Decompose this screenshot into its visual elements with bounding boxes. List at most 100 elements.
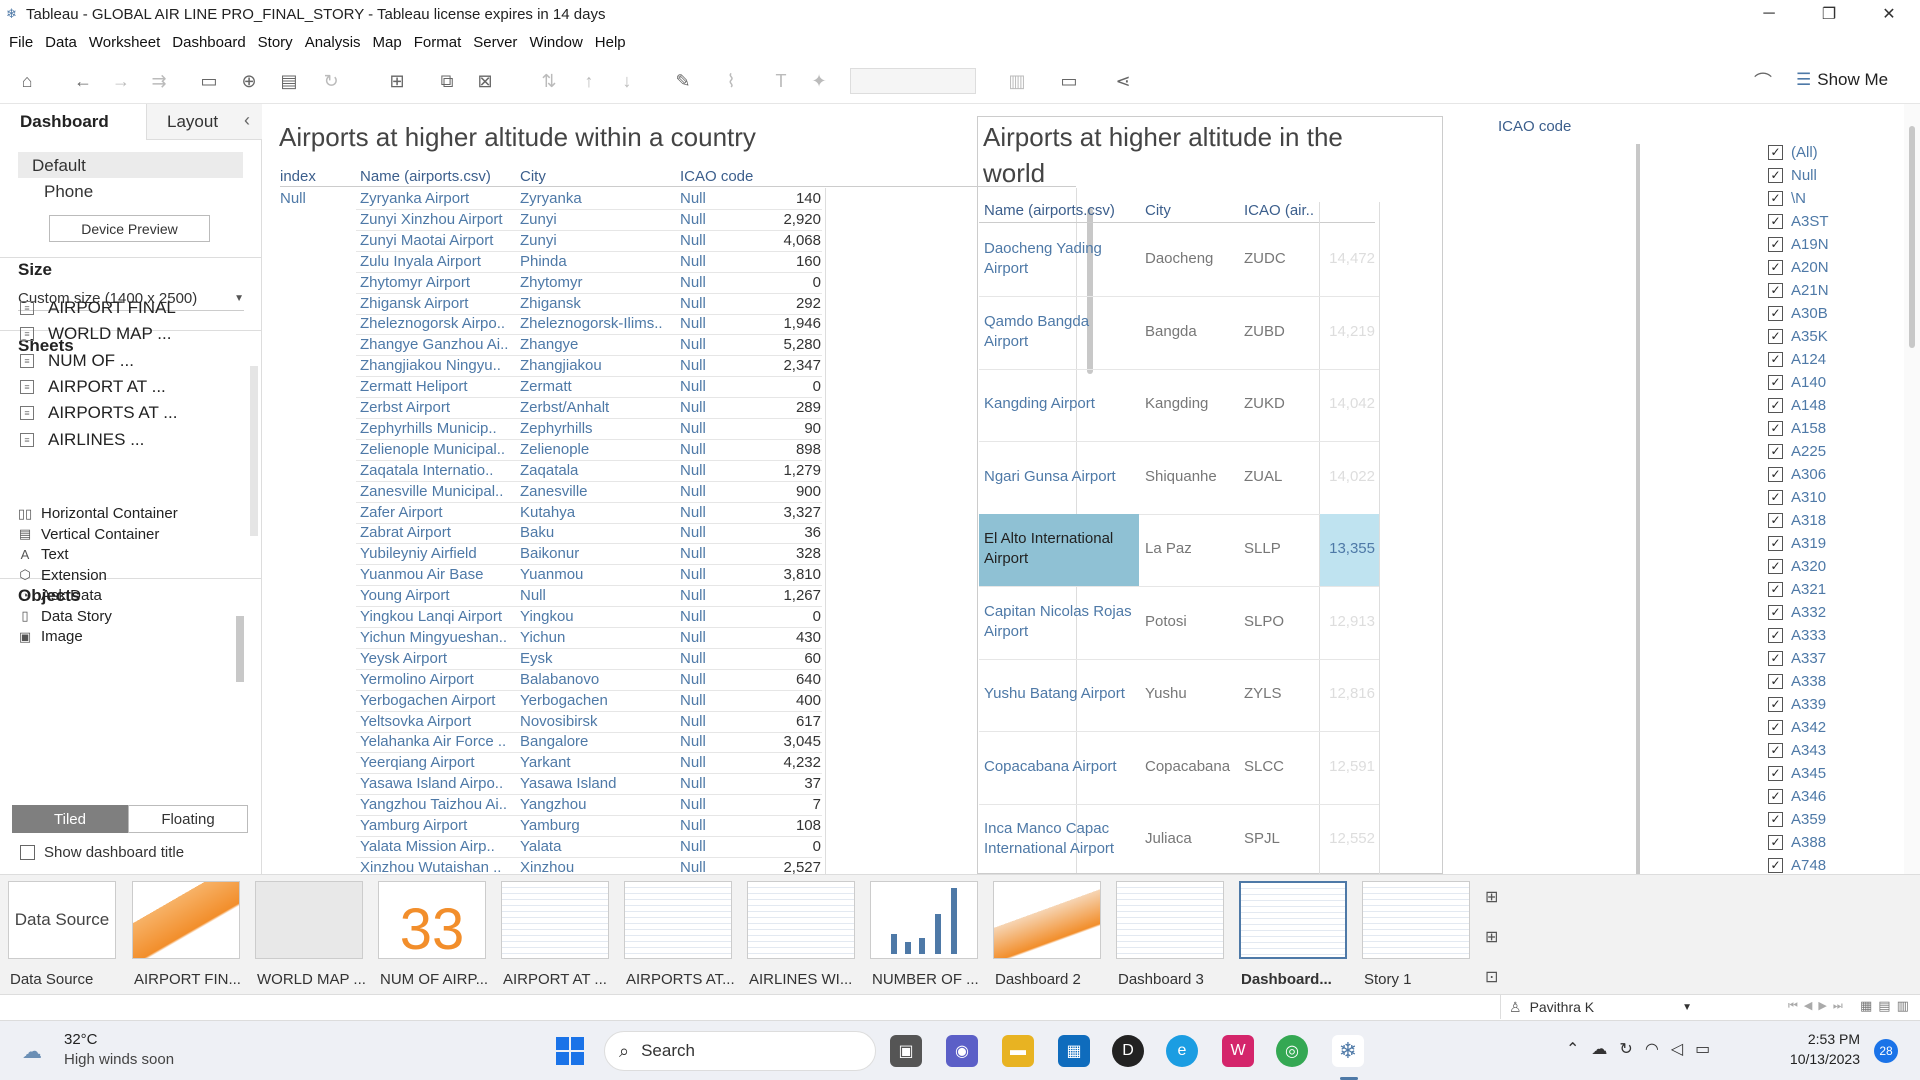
airport-icao[interactable]: Null (680, 315, 740, 332)
world-col-header-city[interactable]: City (1145, 202, 1171, 219)
world-airport-city[interactable]: Bangda (1145, 323, 1197, 340)
home-icon[interactable]: ⌂ (14, 68, 40, 94)
sheet-item[interactable]: ≡ AIRPORTS AT ... (20, 403, 177, 423)
duplicate-icon[interactable]: ⧉ (434, 68, 460, 94)
world-airport-icao[interactable]: ZUDC (1244, 250, 1286, 267)
icao-filter-option[interactable]: ✓ A388 (1768, 834, 1826, 851)
airport-city[interactable]: Zhytomyr (520, 274, 676, 291)
share-icon[interactable]: ⋖ (1110, 68, 1136, 94)
airport-city[interactable]: Yalata (520, 838, 676, 855)
airport-city[interactable]: Yamburg (520, 817, 676, 834)
world-airport-city[interactable]: Kangding (1145, 395, 1208, 412)
airport-name[interactable]: Zyryanka Airport (360, 190, 516, 207)
sheet-item[interactable]: ≡ AIRPORT FINAL (20, 298, 176, 318)
sheet-thumbnail[interactable] (1116, 881, 1224, 959)
undo-icon[interactable]: ← (70, 68, 96, 94)
object-item[interactable]: ⬡ Extension (16, 567, 107, 584)
sheet-tab-label[interactable]: Dashboard 3 (1118, 971, 1204, 988)
col-header-icao[interactable]: ICAO code (680, 168, 753, 185)
airport-city[interactable]: Yasawa Island (520, 775, 676, 792)
airport-altitude[interactable]: 3,327 (753, 504, 821, 521)
sheet-item[interactable]: ≡ WORLD MAP ... (20, 324, 171, 344)
icao-filter-option[interactable]: ✓ A30B (1768, 305, 1828, 322)
replay-icon[interactable]: ⇉ (146, 68, 172, 94)
sheet-tab-label[interactable]: NUMBER OF ... (872, 971, 979, 988)
airport-icao[interactable]: Null (680, 796, 740, 813)
col-header-city[interactable]: City (520, 168, 546, 185)
airport-name[interactable]: Yerbogachen Airport (360, 692, 516, 709)
airport-name[interactable]: Zermatt Heliport (360, 378, 516, 395)
airport-altitude[interactable]: 400 (753, 692, 821, 709)
airport-altitude[interactable]: 36 (753, 524, 821, 541)
airport-city[interactable]: Yichun (520, 629, 676, 646)
sheet-tab-label[interactable]: Data Source (10, 971, 93, 988)
airport-icao[interactable]: Null (680, 608, 740, 625)
icao-filter-option[interactable]: ✓ A124 (1768, 351, 1826, 368)
presentation-icon[interactable]: ▭ (1056, 68, 1082, 94)
airport-icao[interactable]: Null (680, 692, 740, 709)
world-airport-name[interactable]: El Alto International (984, 530, 1113, 547)
dell-icon[interactable]: D (1112, 1035, 1144, 1067)
checkbox-checked-icon[interactable]: ✓ (1768, 812, 1783, 827)
fit-dropdown[interactable] (850, 68, 976, 94)
airport-city[interactable]: Zheleznogorsk-Ilims.. (520, 315, 676, 332)
icao-filter-option[interactable]: ✓ (All) (1768, 144, 1818, 161)
airport-icao[interactable]: Null (680, 336, 740, 353)
checkbox-checked-icon[interactable]: ✓ (1768, 789, 1783, 804)
minimize-button[interactable]: ─ (1740, 0, 1798, 28)
icao-filter-option[interactable]: ✓ A319 (1768, 535, 1826, 552)
airport-icao[interactable]: Null (680, 399, 740, 416)
airport-icao[interactable]: Null (680, 274, 740, 291)
checkbox-checked-icon[interactable]: ✓ (1768, 237, 1783, 252)
checkbox-checked-icon[interactable]: ✓ (1768, 375, 1783, 390)
checkbox-checked-icon[interactable]: ✓ (1768, 467, 1783, 482)
airport-altitude[interactable]: 5,280 (753, 336, 821, 353)
airport-city[interactable]: Yingkou (520, 608, 676, 625)
airport-city[interactable]: Zelienople (520, 441, 676, 458)
checkbox-checked-icon[interactable]: ✓ (1768, 214, 1783, 229)
icao-filter-option[interactable]: ✓ A3ST (1768, 213, 1829, 230)
checkbox-checked-icon[interactable]: ✓ (1768, 306, 1783, 321)
sheet-item[interactable]: ≡ AIRLINES ... (20, 430, 144, 450)
sheet-tab-label[interactable]: AIRPORTS AT... (626, 971, 735, 988)
world-airport-city[interactable]: Potosi (1145, 613, 1187, 630)
airport-city[interactable]: Kutahya (520, 504, 676, 521)
airport-icao[interactable]: Null (680, 357, 740, 374)
checkbox-checked-icon[interactable]: ✓ (1768, 329, 1783, 344)
checkbox-checked-icon[interactable]: ✓ (1768, 536, 1783, 551)
world-airport-name-line2[interactable]: Airport (984, 550, 1028, 567)
airport-altitude[interactable]: 289 (753, 399, 821, 416)
airport-icao[interactable]: Null (680, 629, 740, 646)
refresh-icon[interactable]: ↻ (318, 68, 344, 94)
airport-altitude[interactable]: 1,946 (753, 315, 821, 332)
tableau-taskbar-icon[interactable]: ❄ (1332, 1035, 1364, 1067)
menu-dashboard[interactable]: Dashboard (172, 34, 245, 51)
show-me-button[interactable]: ☰ Show Me (1796, 70, 1888, 90)
checkbox-checked-icon[interactable]: ✓ (1768, 858, 1783, 873)
icao-filter-option[interactable]: ✓ A748 (1768, 857, 1826, 874)
airport-name[interactable]: Young Airport (360, 587, 516, 604)
checkbox-checked-icon[interactable]: ✓ (1768, 283, 1783, 298)
airport-icao[interactable]: Null (680, 713, 740, 730)
new-story-tab-icon[interactable]: ⊡ (1485, 967, 1498, 987)
airport-name[interactable]: Zunyi Maotai Airport (360, 232, 516, 249)
sheet-thumbnail[interactable] (255, 881, 363, 959)
world-airport-name-line2[interactable]: Airport (984, 623, 1028, 640)
clock-time[interactable]: 2:53 PM (1780, 1031, 1860, 1047)
menu-story[interactable]: Story (258, 34, 293, 51)
objects-scrollbar[interactable] (236, 616, 244, 682)
world-airport-city[interactable]: Shiquanhe (1145, 468, 1217, 485)
airport-altitude[interactable]: 90 (753, 420, 821, 437)
airport-icao[interactable]: Null (680, 775, 740, 792)
checkbox-checked-icon[interactable]: ✓ (1768, 835, 1783, 850)
edge-icon[interactable]: e (1166, 1035, 1198, 1067)
airport-altitude[interactable]: 140 (753, 190, 821, 207)
world-airport-icao[interactable]: SPJL (1244, 830, 1280, 847)
weather-temp[interactable]: 32°C (64, 1031, 98, 1048)
world-airport-city[interactable]: La Paz (1145, 540, 1192, 557)
sheet-tab-label[interactable]: Dashboard 2 (995, 971, 1081, 988)
icao-filter-option[interactable]: ✓ A337 (1768, 650, 1826, 667)
sheet-item[interactable]: ≡ NUM OF ... (20, 351, 134, 371)
airport-name[interactable]: Yichun Mingyueshan.. (360, 629, 516, 646)
airport-name[interactable]: Yamburg Airport (360, 817, 516, 834)
